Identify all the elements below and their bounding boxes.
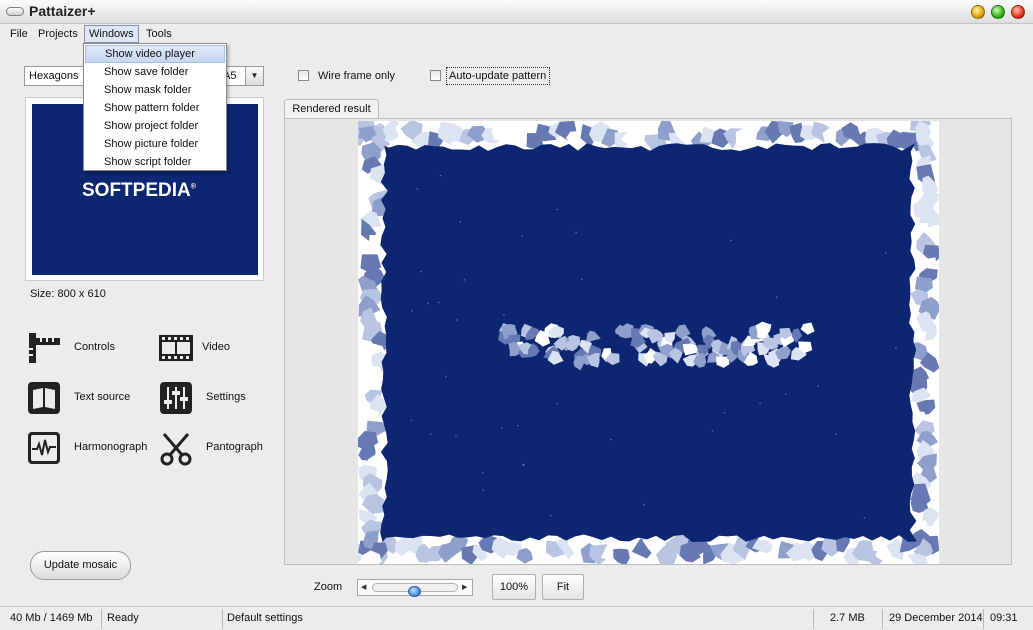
settings-label: Settings bbox=[206, 391, 246, 403]
status-file-size: 2.7 MB bbox=[830, 612, 865, 624]
title-bar: Pattaizer+ bbox=[0, 0, 1033, 24]
menu-tools[interactable]: Tools bbox=[141, 25, 177, 43]
pantograph-label: Pantograph bbox=[206, 441, 263, 453]
wire-frame-checkbox[interactable] bbox=[298, 70, 309, 81]
video-tool[interactable]: Video bbox=[158, 330, 248, 366]
waveform-icon bbox=[28, 432, 60, 464]
update-mosaic-button[interactable]: Update mosaic bbox=[30, 551, 131, 580]
settings-tool[interactable]: Settings bbox=[158, 380, 258, 416]
zoom-slider-knob[interactable] bbox=[408, 586, 421, 597]
zoom-right-arrow-icon[interactable]: ▶ bbox=[462, 583, 467, 591]
minimize-button[interactable] bbox=[971, 5, 985, 19]
text-source-label: Text source bbox=[74, 391, 131, 403]
ruler-icon bbox=[29, 333, 60, 363]
film-icon bbox=[159, 335, 193, 361]
window-title: Pattaizer+ bbox=[29, 3, 96, 19]
text-source-tool[interactable]: Text source bbox=[26, 380, 136, 416]
mosaic-image bbox=[358, 121, 939, 564]
menu-bar: File Projects Windows Tools bbox=[0, 24, 1033, 44]
zoom-slider[interactable]: ◀ ▶ bbox=[357, 579, 473, 597]
status-memory: 40 Mb / 1469 Mb bbox=[10, 612, 93, 624]
pantograph-tool[interactable]: Pantograph bbox=[158, 430, 268, 466]
controls-label: Controls bbox=[74, 341, 115, 353]
book-icon bbox=[28, 382, 60, 414]
menu-item-show-script-folder[interactable]: Show script folder bbox=[85, 153, 225, 171]
zoom-label: Zoom bbox=[314, 581, 343, 593]
sliders-icon bbox=[160, 382, 192, 414]
harmonograph-tool[interactable]: Harmonograph bbox=[26, 430, 151, 466]
tab-rendered-result[interactable]: Rendered result bbox=[284, 99, 379, 118]
menu-item-show-picture-folder[interactable]: Show picture folder bbox=[85, 135, 225, 153]
harmonograph-label: Harmonograph bbox=[74, 441, 148, 453]
chevron-down-icon[interactable]: ▼ bbox=[245, 67, 263, 85]
menu-item-show-mask-folder[interactable]: Show mask folder bbox=[85, 81, 225, 99]
menu-item-show-save-folder[interactable]: Show save folder bbox=[85, 63, 225, 81]
pattern-select-value: Hexagons bbox=[29, 70, 79, 82]
zoom-left-arrow-icon[interactable]: ◀ bbox=[361, 583, 366, 591]
status-state: Ready bbox=[107, 612, 139, 624]
maximize-button[interactable] bbox=[991, 5, 1005, 19]
close-button[interactable] bbox=[1011, 5, 1025, 19]
controls-tool[interactable]: Controls bbox=[26, 330, 136, 366]
status-settings: Default settings bbox=[227, 612, 303, 624]
menu-windows[interactable]: Windows bbox=[84, 25, 139, 43]
rendered-result-panel bbox=[284, 118, 1012, 565]
menu-projects[interactable]: Projects bbox=[33, 25, 83, 43]
zoom-fit-button[interactable]: Fit bbox=[542, 574, 584, 600]
menu-item-show-video-player[interactable]: Show video player bbox=[85, 45, 225, 63]
scissors-icon bbox=[160, 433, 192, 466]
status-bar: 40 Mb / 1469 Mb Ready Default settings 2… bbox=[0, 606, 1033, 630]
menu-file[interactable]: File bbox=[5, 25, 33, 43]
windows-menu-dropdown: Show video player Show save folder Show … bbox=[83, 43, 227, 171]
auto-update-label: Auto-update pattern bbox=[449, 70, 547, 82]
status-date: 29 December 2014 bbox=[889, 612, 983, 624]
softpedia-logo: SOFTPEDIA® bbox=[82, 180, 196, 201]
status-time: 09:31 bbox=[990, 612, 1018, 624]
menu-item-show-project-folder[interactable]: Show project folder bbox=[85, 117, 225, 135]
window-menu-icon[interactable] bbox=[6, 7, 24, 16]
mosaic-canvas bbox=[358, 121, 939, 564]
image-size-label: Size: 800 x 610 bbox=[30, 288, 106, 300]
zoom-100-button[interactable]: 100% bbox=[492, 574, 536, 600]
zoom-slider-track[interactable] bbox=[372, 583, 458, 597]
wire-frame-label: Wire frame only bbox=[318, 70, 396, 82]
video-label: Video bbox=[202, 341, 230, 353]
menu-item-show-pattern-folder[interactable]: Show pattern folder bbox=[85, 99, 225, 117]
auto-update-checkbox[interactable] bbox=[430, 70, 441, 81]
